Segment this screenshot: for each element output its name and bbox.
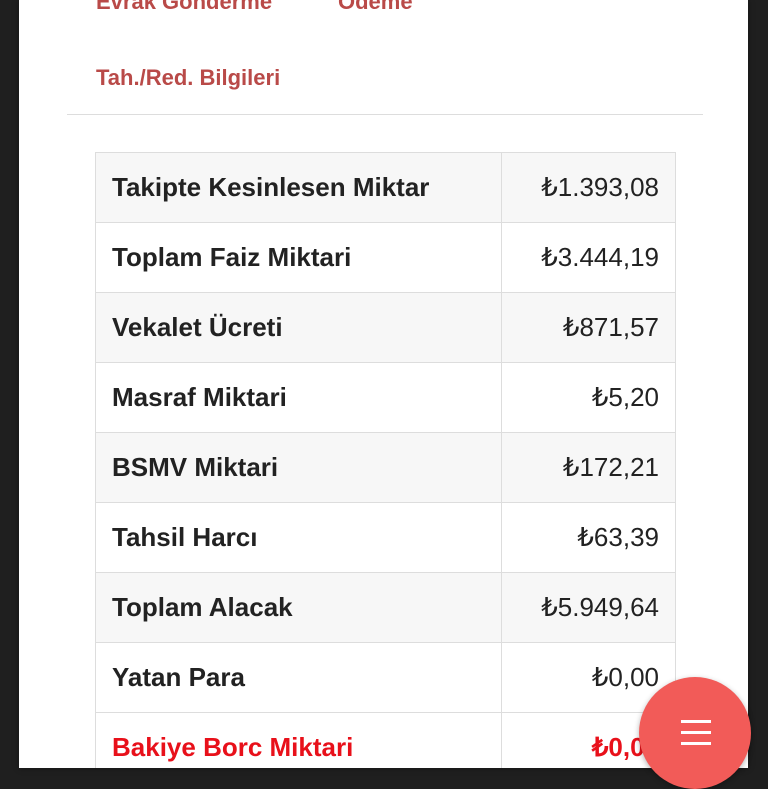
- summary-table: Takipte Kesinlesen Miktar ₺1.393,08 Topl…: [95, 152, 676, 768]
- tab-evrak-gonderme[interactable]: Evrak Gönderme: [96, 0, 272, 15]
- table-row: Tahsil Harcı ₺63,39: [95, 502, 676, 573]
- divider: [67, 114, 703, 115]
- row-label: Takipte Kesinlesen Miktar: [95, 152, 502, 223]
- row-value: ₺3.444,19: [501, 222, 676, 293]
- row-value: ₺5,20: [501, 362, 676, 433]
- row-label: Tahsil Harcı: [95, 502, 502, 573]
- row-label: Vekalet Ücreti: [95, 292, 502, 363]
- table-row-balance: Bakiye Borc Miktari ₺0,00: [95, 712, 676, 768]
- table-row: Yatan Para ₺0,00: [95, 642, 676, 713]
- row-value: ₺172,21: [501, 432, 676, 503]
- row-value: ₺871,57: [501, 292, 676, 363]
- row-label: Bakiye Borc Miktari: [95, 712, 502, 768]
- table-row: Toplam Alacak ₺5.949,64: [95, 572, 676, 643]
- row-label: Toplam Faiz Miktari: [95, 222, 502, 293]
- menu-fab-button[interactable]: [639, 677, 751, 789]
- row-value: ₺63,39: [501, 502, 676, 573]
- row-value: ₺1.393,08: [501, 152, 676, 223]
- page-card: Evrak Gönderme Ödeme Tah./Red. Bilgileri…: [19, 0, 748, 768]
- table-row: Toplam Faiz Miktari ₺3.444,19: [95, 222, 676, 293]
- tab-odeme[interactable]: Ödeme: [338, 0, 413, 15]
- tab-tah-red-bilgileri[interactable]: Tah./Red. Bilgileri: [96, 65, 280, 91]
- row-label: Yatan Para: [95, 642, 502, 713]
- row-label: BSMV Miktari: [95, 432, 502, 503]
- table-row: Takipte Kesinlesen Miktar ₺1.393,08: [95, 152, 676, 223]
- table-row: Vekalet Ücreti ₺871,57: [95, 292, 676, 363]
- row-value: ₺5.949,64: [501, 572, 676, 643]
- table-row: BSMV Miktari ₺172,21: [95, 432, 676, 503]
- row-label: Masraf Miktari: [95, 362, 502, 433]
- row-label: Toplam Alacak: [95, 572, 502, 643]
- table-row: Masraf Miktari ₺5,20: [95, 362, 676, 433]
